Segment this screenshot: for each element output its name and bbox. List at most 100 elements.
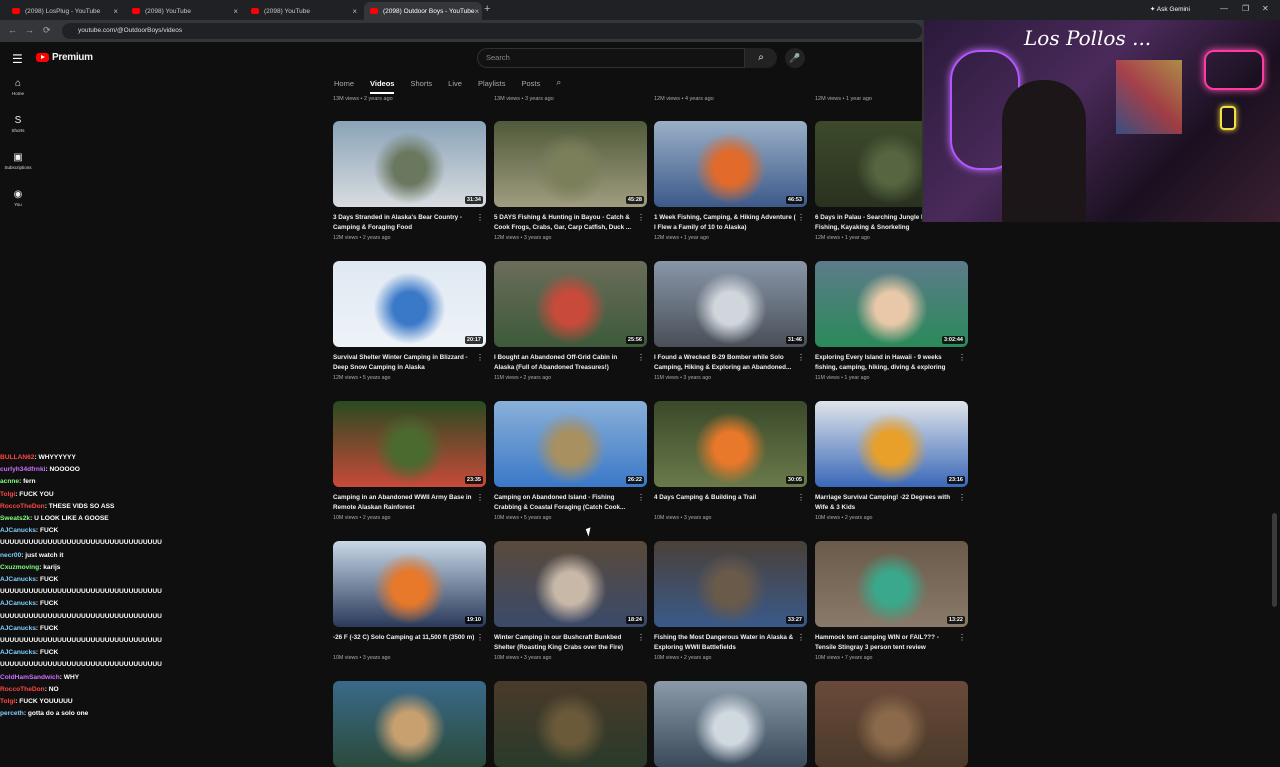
- close-window-icon[interactable]: ✕: [1262, 4, 1269, 13]
- video-title[interactable]: 1 Week Fishing, Camping, & Hiking Advent…: [654, 213, 799, 232]
- search-input[interactable]: Search: [477, 48, 745, 68]
- search-icon[interactable]: ⌕: [745, 48, 777, 68]
- video-thumbnail[interactable]: 30:05: [654, 401, 807, 487]
- video-title[interactable]: 4 Days Camping & Building a Trail: [654, 493, 799, 512]
- youtube-premium-logo[interactable]: Premium: [36, 52, 93, 63]
- video-title[interactable]: I Found a Wrecked B-29 Bomber while Solo…: [654, 353, 799, 372]
- tab-home[interactable]: Home: [334, 74, 354, 94]
- video-card[interactable]: 31:46 I Found a Wrecked B-29 Bomber while…: [654, 261, 807, 381]
- video-title[interactable]: Camping in an Abandoned WWII Army Base i…: [333, 493, 478, 512]
- sidebar-item-home[interactable]: ⌂ Home: [0, 78, 36, 115]
- video-card[interactable]: [654, 681, 807, 767]
- more-options-icon[interactable]: ⋮: [797, 493, 805, 502]
- video-card[interactable]: 13:22 Hammock tent camping WIN or FAIL???…: [815, 541, 968, 661]
- url-field[interactable]: youtube.com/@OutdoorBoys/videos: [62, 23, 922, 39]
- tab-posts[interactable]: Posts: [521, 74, 540, 94]
- more-options-icon[interactable]: ⋮: [637, 353, 645, 362]
- browser-tab[interactable]: (2098) YouTube ×: [245, 2, 363, 20]
- video-thumbnail[interactable]: [333, 681, 486, 767]
- browser-tab[interactable]: (2098) LosPlug - YouTube ×: [6, 2, 124, 20]
- video-thumbnail[interactable]: 18:24: [494, 541, 647, 627]
- more-options-icon[interactable]: ⋮: [797, 633, 805, 642]
- video-card[interactable]: 33:27 Fishing the Most Dangerous Water in…: [654, 541, 807, 661]
- video-title[interactable]: Exploring Every Island in Hawaii - 9 wee…: [815, 353, 960, 372]
- video-title[interactable]: 3 Days Stranded in Alaska's Bear Country…: [333, 213, 478, 232]
- video-card[interactable]: 26:22 Camping on Abandoned Island - Fishi…: [494, 401, 647, 521]
- page-scrollbar[interactable]: [1272, 513, 1277, 607]
- video-thumbnail[interactable]: 46:53: [654, 121, 807, 207]
- video-thumbnail[interactable]: [815, 681, 968, 767]
- video-thumbnail[interactable]: 23:35: [333, 401, 486, 487]
- tab-playlists[interactable]: Playlists: [478, 74, 506, 94]
- video-card[interactable]: 23:35 Camping in an Abandoned WWII Army B…: [333, 401, 486, 521]
- reload-icon[interactable]: ⟳: [43, 25, 51, 36]
- video-thumbnail[interactable]: [654, 681, 807, 767]
- minimize-icon[interactable]: —: [1220, 4, 1228, 13]
- sidebar-item-subscriptions[interactable]: ▣ Subscriptions: [0, 152, 36, 189]
- video-title[interactable]: I Bought an Abandoned Off-Grid Cabin in …: [494, 353, 639, 372]
- more-options-icon[interactable]: ⋮: [958, 633, 966, 642]
- video-card[interactable]: [333, 681, 486, 767]
- tab-videos[interactable]: Videos: [370, 74, 395, 94]
- video-card[interactable]: 18:24 Winter Camping in our Bushcraft Bun…: [494, 541, 647, 661]
- sidebar-item-shorts[interactable]: S Shorts: [0, 115, 36, 152]
- microphone-icon[interactable]: 🎤: [785, 48, 805, 68]
- more-options-icon[interactable]: ⋮: [797, 213, 805, 222]
- video-thumbnail[interactable]: 26:22: [494, 401, 647, 487]
- channel-search-icon[interactable]: ⌕: [556, 74, 561, 94]
- more-options-icon[interactable]: ⋮: [476, 213, 484, 222]
- more-options-icon[interactable]: ⋮: [637, 213, 645, 222]
- video-card[interactable]: [815, 681, 968, 767]
- ask-gemini-button[interactable]: ✦ Ask Gemini: [1150, 5, 1190, 13]
- forward-icon[interactable]: →: [25, 25, 34, 35]
- browser-tab-active[interactable]: (2098) Outdoor Boys - YouTube ×: [364, 2, 482, 20]
- more-options-icon[interactable]: ⋮: [797, 353, 805, 362]
- video-thumbnail[interactable]: [494, 681, 647, 767]
- more-options-icon[interactable]: ⋮: [637, 493, 645, 502]
- video-title[interactable]: Winter Camping in our Bushcraft Bunkbed …: [494, 633, 639, 652]
- back-icon[interactable]: ←: [8, 25, 17, 35]
- video-card[interactable]: 19:10 -26 F (-32 C) Solo Camping at 11,50…: [333, 541, 486, 661]
- more-options-icon[interactable]: ⋮: [958, 493, 966, 502]
- video-card[interactable]: 30:05 4 Days Camping & Building a Trail 10…: [654, 401, 807, 521]
- video-title[interactable]: 5 DAYS Fishing & Hunting in Bayou - Catc…: [494, 213, 639, 232]
- video-thumbnail[interactable]: 13:22: [815, 541, 968, 627]
- video-thumbnail[interactable]: 45:28: [494, 121, 647, 207]
- new-tab-button[interactable]: +: [484, 3, 490, 15]
- tab-live[interactable]: Live: [448, 74, 462, 94]
- video-thumbnail[interactable]: 23:16: [815, 401, 968, 487]
- close-icon[interactable]: ×: [113, 7, 118, 16]
- browser-tab[interactable]: (2098) YouTube ×: [126, 2, 244, 20]
- more-options-icon[interactable]: ⋮: [476, 493, 484, 502]
- more-options-icon[interactable]: ⋮: [637, 633, 645, 642]
- video-thumbnail[interactable]: 31:34: [333, 121, 486, 207]
- close-icon[interactable]: ×: [233, 7, 238, 16]
- video-title[interactable]: Fishing the Most Dangerous Water in Alas…: [654, 633, 799, 652]
- video-card[interactable]: 31:34 3 Days Stranded in Alaska's Bear Co…: [333, 121, 486, 241]
- close-icon[interactable]: ×: [475, 7, 480, 16]
- video-title[interactable]: Marriage Survival Camping! -22 Degrees w…: [815, 493, 960, 512]
- video-card[interactable]: 25:56 I Bought an Abandoned Off-Grid Cabi…: [494, 261, 647, 381]
- maximize-icon[interactable]: ❐: [1242, 4, 1249, 13]
- video-title[interactable]: Survival Shelter Winter Camping in Blizz…: [333, 353, 478, 372]
- video-title[interactable]: -26 F (-32 C) Solo Camping at 11,500 ft …: [333, 633, 478, 652]
- video-title[interactable]: Hammock tent camping WIN or FAIL??? - Te…: [815, 633, 960, 652]
- more-options-icon[interactable]: ⋮: [476, 633, 484, 642]
- video-thumbnail[interactable]: 3:02:44: [815, 261, 968, 347]
- video-thumbnail[interactable]: 33:27: [654, 541, 807, 627]
- video-thumbnail[interactable]: 19:10: [333, 541, 486, 627]
- video-thumbnail[interactable]: 20:17: [333, 261, 486, 347]
- video-thumbnail[interactable]: 25:56: [494, 261, 647, 347]
- more-options-icon[interactable]: ⋮: [958, 353, 966, 362]
- video-card[interactable]: [494, 681, 647, 767]
- menu-icon[interactable]: ☰: [12, 52, 23, 66]
- video-card[interactable]: 45:28 5 DAYS Fishing & Hunting in Bayou -…: [494, 121, 647, 241]
- close-icon[interactable]: ×: [352, 7, 357, 16]
- video-card[interactable]: 3:02:44 Exploring Every Island in Hawaii …: [815, 261, 968, 381]
- tab-shorts[interactable]: Shorts: [410, 74, 432, 94]
- video-card[interactable]: 23:16 Marriage Survival Camping! -22 Degr…: [815, 401, 968, 521]
- sidebar-item-you[interactable]: ◉ You: [0, 189, 36, 226]
- more-options-icon[interactable]: ⋮: [476, 353, 484, 362]
- video-card[interactable]: 20:17 Survival Shelter Winter Camping in …: [333, 261, 486, 381]
- video-title[interactable]: Camping on Abandoned Island - Fishing Cr…: [494, 493, 639, 512]
